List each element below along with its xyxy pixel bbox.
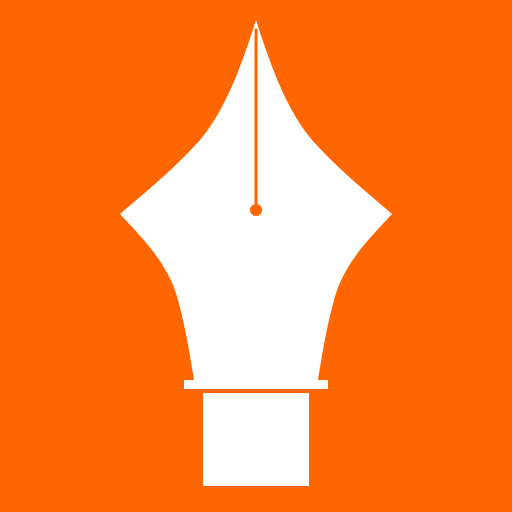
nib-base [203, 393, 309, 486]
app-icon [0, 0, 512, 512]
nib-collar-gap [184, 389, 328, 393]
nib-collar [184, 380, 328, 389]
nib-breather-hole [250, 204, 262, 216]
pen-nib-icon [120, 20, 392, 486]
